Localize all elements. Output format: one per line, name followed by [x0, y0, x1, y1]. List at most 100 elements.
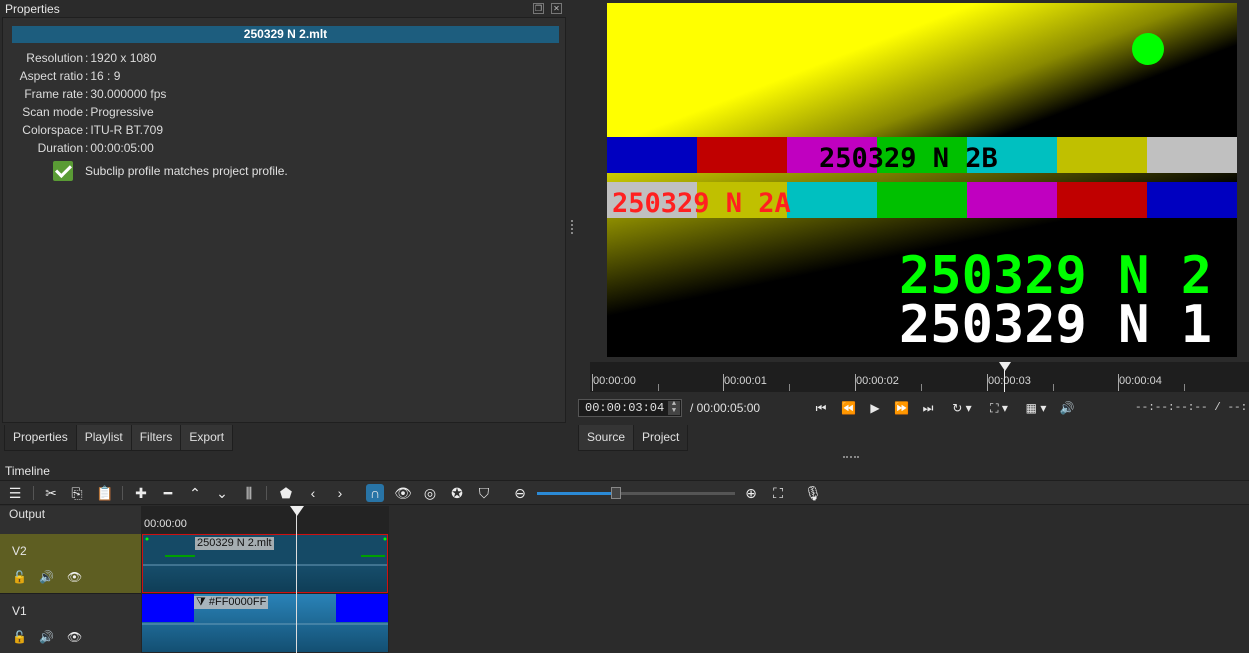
- snap-icon[interactable]: ∩: [366, 484, 384, 502]
- zoom-in-icon[interactable]: ⊕: [742, 484, 760, 502]
- clip-label-text: #FF0000FF: [208, 596, 267, 608]
- timecode-input[interactable]: 00:00:03:04 ▲ ▼: [578, 399, 682, 417]
- zoom-slider[interactable]: [537, 492, 735, 495]
- grid-icon[interactable]: ▦ ▾: [1021, 400, 1051, 416]
- prop-row-duration: Duration:00:00:05:00: [3, 139, 154, 157]
- timeline-empty-area: [389, 506, 1249, 653]
- copy-icon[interactable]: ⎘: [68, 484, 86, 502]
- paste-icon[interactable]: 📋: [96, 484, 114, 502]
- track-header-v1[interactable]: V1 🔓 🔊 👁: [0, 594, 141, 653]
- tab-filters[interactable]: Filters: [130, 425, 182, 451]
- left-tab-bar: Properties Playlist Filters Export: [4, 425, 234, 451]
- tab-playlist[interactable]: Playlist: [75, 425, 132, 451]
- lock-icon[interactable]: 🔓: [12, 570, 27, 584]
- timeline-playhead: [296, 506, 297, 653]
- ripple-icon[interactable]: ◎: [421, 484, 439, 502]
- previous-marker-icon[interactable]: ‹: [304, 484, 322, 502]
- float-icon[interactable]: ❐: [533, 3, 544, 14]
- next-marker-icon[interactable]: ›: [331, 484, 349, 502]
- ruler-label: 00:00:01: [724, 375, 767, 387]
- microphone-icon[interactable]: 🎙: [804, 484, 822, 502]
- fast-forward-icon[interactable]: ⏩: [894, 400, 909, 416]
- skip-start-icon[interactable]: ⏮: [814, 400, 828, 416]
- prop-value: 16 : 9: [90, 69, 121, 83]
- out-point: --:--:--:--: [1227, 402, 1249, 414]
- in-out-points: --:--:--:-- / --:--:--:--: [1135, 402, 1249, 414]
- mute-icon[interactable]: 🔊: [39, 570, 54, 584]
- remove-icon[interactable]: ━: [159, 484, 177, 502]
- video-preview[interactable]: 250329 N 2B 250329 N 2A 250329 N 2 25032…: [607, 3, 1237, 357]
- lock-icon[interactable]: 🔓: [12, 630, 27, 644]
- zoom-fit-icon[interactable]: ⛶: [769, 484, 787, 502]
- tab-properties[interactable]: Properties: [4, 425, 77, 451]
- ruler-label: 00:00:02: [856, 375, 899, 387]
- timecode-value: 00:00:03:04: [585, 401, 665, 415]
- timeline-toolbar: ☰ ✂ ⎘ 📋 ✚ ━ ⌃ ⌄ ⫼ ⬟ ‹ › ∩ 👁 ◎ ✪ ⛉ ⊖ ⊕ ⛶ …: [0, 480, 1249, 505]
- horizontal-splitter[interactable]: [843, 456, 859, 458]
- timeline-ruler[interactable]: 00:00:00: [141, 506, 389, 533]
- cut-icon[interactable]: ✂: [42, 484, 60, 502]
- clip-label: 250329 N 2.mlt: [195, 537, 274, 550]
- prop-row-scan-mode: Scan mode: Progressive: [3, 103, 154, 121]
- timeline-area[interactable]: 00:00:00 250329 N 2.mlt ⧩ #FF0000FF: [141, 506, 389, 653]
- prop-value: 1920 x 1080: [90, 51, 157, 65]
- zoom-slider-handle[interactable]: [611, 487, 621, 499]
- transport-ruler[interactable]: 00:00:00 00:00:01 00:00:02 00:00:03 00:0…: [590, 362, 1249, 392]
- hide-icon[interactable]: 👁: [67, 630, 82, 644]
- vertical-splitter[interactable]: [571, 220, 574, 236]
- zoom-out-icon[interactable]: ⊖: [511, 484, 529, 502]
- total-duration: / 00:00:05:00: [690, 401, 761, 415]
- hide-icon[interactable]: 👁: [67, 570, 82, 584]
- timeline-playhead-marker[interactable]: [290, 506, 304, 516]
- clip-v1[interactable]: ⧩ #FF0000FF: [142, 594, 388, 652]
- preview-frame: 250329 N 2B 250329 N 2A 250329 N 2 25032…: [607, 3, 1237, 357]
- tab-project[interactable]: Project: [633, 425, 689, 451]
- marker-icon[interactable]: ⬟: [277, 484, 295, 502]
- tab-source[interactable]: Source: [578, 425, 635, 451]
- preview-text-a: 250329 N 2A: [612, 188, 791, 219]
- append-icon[interactable]: ✚: [132, 484, 150, 502]
- rewind-icon[interactable]: ⏪: [841, 400, 856, 416]
- prop-value: 00:00:05:00: [90, 141, 154, 155]
- timecode-spinner[interactable]: ▲ ▼: [668, 401, 680, 415]
- overwrite-icon[interactable]: ⌄: [213, 484, 231, 502]
- profile-match-text: Subclip profile matches project profile.: [85, 163, 288, 178]
- prop-label: Colorspace: [22, 123, 83, 137]
- tab-export[interactable]: Export: [180, 425, 234, 451]
- track-name: V2: [12, 544, 27, 558]
- preview-text-b: 250329 N 2B: [819, 143, 998, 174]
- preview-line-2: 250329 N 1: [899, 295, 1212, 355]
- prop-value: Progressive: [90, 105, 154, 119]
- ripple-all-icon[interactable]: ✪: [448, 484, 466, 502]
- output-label: Output: [9, 507, 46, 521]
- prop-row-colorspace: Colorspace: ITU-R BT.709: [3, 121, 163, 139]
- prop-label: Scan mode: [22, 105, 83, 119]
- check-icon: [53, 160, 73, 181]
- menu-icon[interactable]: ☰: [6, 484, 24, 502]
- play-icon[interactable]: ▶: [868, 400, 882, 416]
- lift-icon[interactable]: ⌃: [186, 484, 204, 502]
- close-icon[interactable]: ✕: [551, 3, 562, 14]
- loop-icon[interactable]: ↻ ▾: [950, 400, 974, 416]
- properties-title: Properties: [5, 2, 60, 16]
- scrub-icon[interactable]: 👁: [394, 484, 412, 502]
- split-icon[interactable]: ⫼: [240, 484, 258, 502]
- clip-label: ⧩ #FF0000FF: [194, 596, 269, 609]
- playhead-marker[interactable]: [999, 362, 1011, 371]
- prop-row-aspect-ratio: Aspect ratio:16 : 9: [3, 67, 121, 85]
- profile-match: Subclip profile matches project profile.: [53, 160, 288, 181]
- zoom-icon[interactable]: ⛶ ▾: [985, 400, 1013, 416]
- prop-value: ITU-R BT.709: [90, 123, 164, 137]
- track-header-v2[interactable]: V2 🔓 🔊 👁: [0, 534, 141, 594]
- clip-v2[interactable]: 250329 N 2.mlt: [142, 534, 388, 593]
- clip-name-header: 250329 N 2.mlt: [12, 26, 559, 43]
- skip-end-icon[interactable]: ⏭: [921, 400, 935, 416]
- prop-label: Duration: [37, 141, 83, 155]
- ripple-markers-icon[interactable]: ⛉: [475, 484, 493, 502]
- mute-icon[interactable]: 🔊: [39, 630, 54, 644]
- volume-icon[interactable]: 🔊: [1059, 400, 1075, 416]
- filter-icon: ⧩: [196, 596, 206, 608]
- in-point: --:--:--:--: [1135, 402, 1208, 414]
- prop-row-frame-rate: Frame rate:30.000000 fps: [3, 85, 166, 103]
- playhead-line: [1004, 370, 1005, 392]
